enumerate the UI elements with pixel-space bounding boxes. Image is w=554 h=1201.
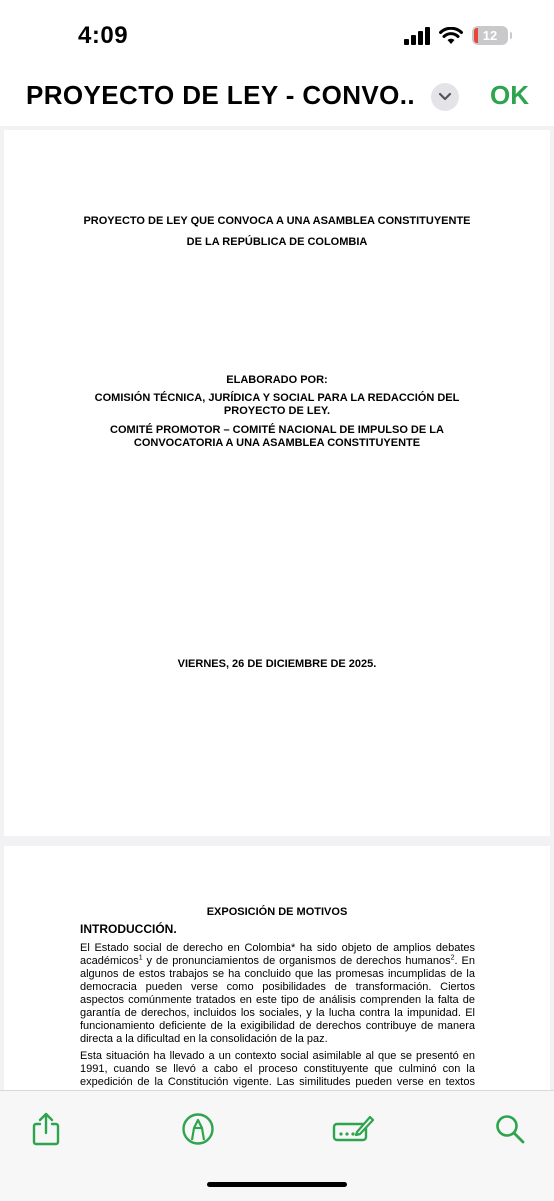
search-icon — [496, 1115, 525, 1144]
status-time: 4:09 — [78, 22, 129, 49]
document-viewer[interactable]: PROYECTO DE LEY QUE CONVOCA A UNA ASAMBL… — [0, 126, 554, 1090]
markup-pen-icon — [182, 1113, 214, 1145]
p1-text-c: . En algunos de estos trabajos se ha con… — [80, 955, 475, 1045]
pdf-page-2: EXPOSICIÓN DE MOTIVOS INTRODUCCIÓN. El E… — [4, 846, 550, 1090]
chevron-down-icon — [438, 92, 452, 101]
home-indicator[interactable] — [207, 1182, 347, 1187]
doc-title-line-2: DE LA REPÚBLICA DE COLOMBIA — [186, 236, 368, 248]
share-button[interactable] — [26, 1109, 66, 1149]
cellular-signal-icon — [404, 26, 430, 45]
status-icons: 12 — [404, 26, 512, 45]
paragraph-2: Esta situación ha llevado a un contexto … — [80, 1050, 475, 1090]
intro-heading: INTRODUCCIÓN. — [80, 922, 177, 936]
battery-percent: 12 — [482, 28, 498, 43]
document-title[interactable]: PROYECTO DE LEY - CONVO... — [26, 80, 416, 111]
signature-icon — [332, 1115, 375, 1142]
elaborado-label: ELABORADO POR: — [226, 374, 328, 386]
p1-text-b: y de pronunciamientos de organismos de d… — [142, 955, 451, 967]
ok-button[interactable]: OK — [490, 80, 529, 111]
paragraph-1: El Estado social de derecho en Colombia*… — [80, 942, 475, 1046]
title-bar: PROYECTO DE LEY - CONVO... OK — [0, 74, 554, 126]
battery-icon: 12 — [472, 26, 512, 45]
pdf-page-1: PROYECTO DE LEY QUE CONVOCA A UNA ASAMBL… — [4, 130, 550, 836]
doc-title-line-1: PROYECTO DE LEY QUE CONVOCA A UNA ASAMBL… — [83, 215, 471, 227]
document-date: VIERNES, 26 DE DICIEMBRE DE 2025. — [177, 658, 377, 670]
comite-line-2: CONVOCATORIA A UNA ASAMBLEA CONSTITUYENT… — [133, 437, 421, 449]
markup-button[interactable] — [178, 1109, 218, 1149]
search-button[interactable] — [490, 1109, 530, 1149]
status-bar: 4:09 12 — [0, 0, 554, 74]
share-icon — [32, 1112, 60, 1146]
comision-line-2: PROYECTO DE LEY. — [223, 405, 331, 417]
title-menu-button[interactable] — [431, 83, 459, 111]
wifi-icon — [439, 26, 463, 44]
section-heading: EXPOSICIÓN DE MOTIVOS — [206, 906, 348, 918]
signature-button[interactable] — [330, 1109, 376, 1149]
battery-level — [474, 28, 478, 43]
